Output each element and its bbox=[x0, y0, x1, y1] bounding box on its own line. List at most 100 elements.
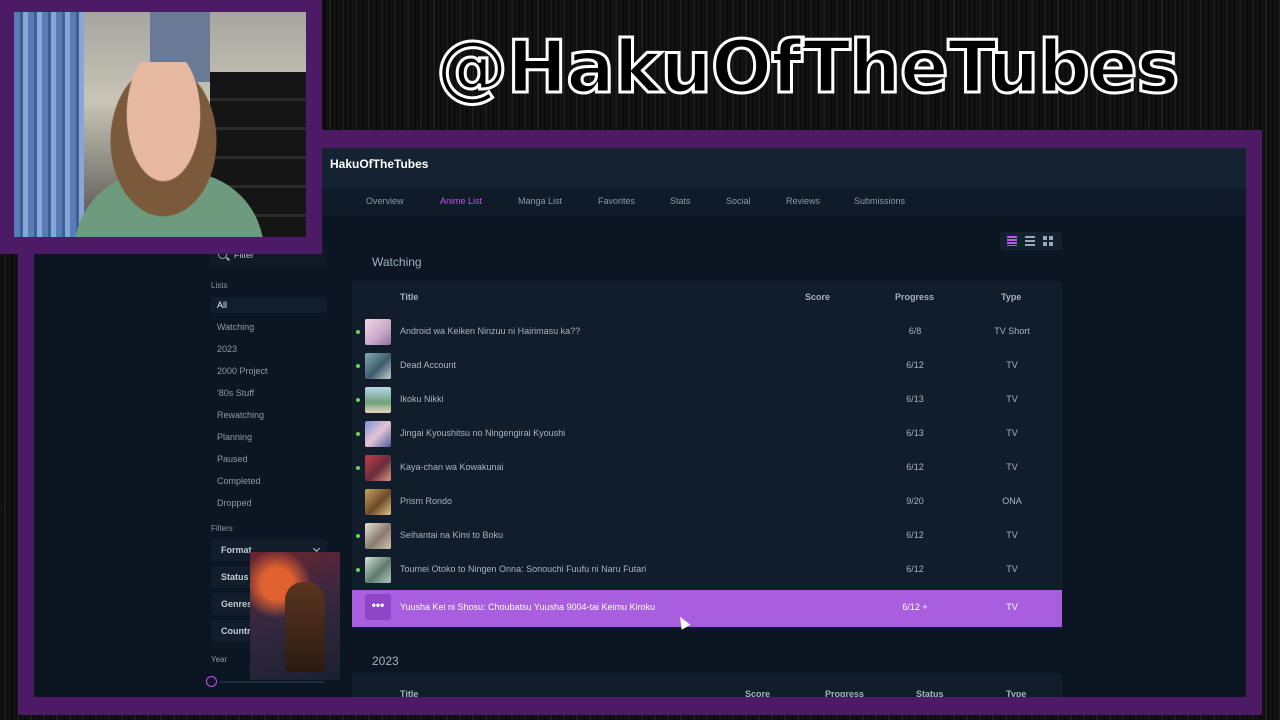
row-title[interactable]: Jingai Kyoushitsu no Ningengirai Kyoushi bbox=[400, 428, 565, 438]
list-row[interactable]: Kaya-chan wa Kowakunai 6/12 TV bbox=[352, 451, 1062, 485]
row-progress: 6/13 bbox=[906, 394, 924, 404]
tab-social[interactable]: Social bbox=[726, 196, 751, 206]
year-slider-track[interactable] bbox=[220, 681, 324, 683]
cover-thumbnail[interactable] bbox=[365, 353, 391, 379]
row-type: TV bbox=[1006, 394, 1018, 404]
col-score[interactable]: Score bbox=[805, 292, 830, 302]
watching-status-dot bbox=[356, 432, 360, 436]
webcam-frame bbox=[0, 0, 322, 254]
row-progress: 9/20 bbox=[906, 496, 924, 506]
sidebar-list-2023[interactable]: 2023 bbox=[211, 341, 327, 357]
sidebar-list-80s-stuff[interactable]: '80s Stuff bbox=[211, 385, 327, 401]
cover-thumbnail[interactable] bbox=[365, 489, 391, 515]
tab-favorites[interactable]: Favorites bbox=[598, 196, 635, 206]
streamer-handle: @HakuOfTheTubes bbox=[435, 24, 1181, 111]
row-type: TV bbox=[1006, 360, 1018, 370]
col-progress[interactable]: Progress bbox=[895, 292, 934, 302]
sidebar-list-completed[interactable]: Completed bbox=[211, 473, 327, 489]
list-row[interactable]: Dead Account 6/12 TV bbox=[352, 349, 1062, 383]
more-options-button[interactable]: ••• bbox=[365, 594, 391, 620]
section-title-watching: Watching bbox=[372, 255, 422, 269]
sidebar-list-dropped[interactable]: Dropped bbox=[211, 495, 327, 511]
window-blinds bbox=[14, 12, 84, 237]
watching-status-dot bbox=[356, 466, 360, 470]
tab-submissions[interactable]: Submissions bbox=[854, 196, 905, 206]
year-slider-handle[interactable] bbox=[206, 676, 217, 687]
status-select-label: Status bbox=[221, 572, 249, 582]
list-row-hovered[interactable]: ••• Yuusha Kei ni Shosu: Choubatsu Yuush… bbox=[352, 590, 1062, 627]
row-progress: 6/12 bbox=[906, 530, 924, 540]
row-type: TV bbox=[1006, 564, 1018, 574]
row-title[interactable]: Dead Account bbox=[400, 360, 456, 370]
list-row[interactable]: Toumei Otoko to Ningen Onna: Sonouchi Fu… bbox=[352, 553, 1062, 587]
tab-anime-list[interactable]: Anime List bbox=[440, 196, 482, 206]
cover-thumbnail[interactable] bbox=[365, 421, 391, 447]
compact-view-icon[interactable] bbox=[1007, 236, 1017, 246]
cover-thumbnail[interactable] bbox=[365, 455, 391, 481]
row-title[interactable]: Ikoku Nikki bbox=[400, 394, 444, 404]
tab-manga-list[interactable]: Manga List bbox=[518, 196, 562, 206]
col-type[interactable]: Type bbox=[1001, 292, 1021, 302]
row-type: ONA bbox=[1002, 496, 1022, 506]
row-title[interactable]: Kaya-chan wa Kowakunai bbox=[400, 462, 504, 472]
list-row[interactable]: Seihantai na Kimi to Boku 6/12 TV bbox=[352, 519, 1062, 553]
year-label: Year bbox=[211, 655, 228, 664]
col-score[interactable]: Score bbox=[745, 689, 770, 697]
sidebar-list-planning[interactable]: Planning bbox=[211, 429, 327, 445]
col-title: Title bbox=[400, 689, 419, 697]
row-title[interactable]: Android wa Keiken Ninzuu ni Hairimasu ka… bbox=[400, 326, 580, 336]
row-title[interactable]: Toumei Otoko to Ningen Onna: Sonouchi Fu… bbox=[400, 564, 646, 574]
row-progress-increment[interactable]: 6/12 + bbox=[900, 602, 930, 612]
list-row[interactable]: Android wa Keiken Ninzuu ni Hairimasu ka… bbox=[352, 315, 1062, 349]
row-type: TV bbox=[1006, 530, 1018, 540]
sidebar-list-all[interactable]: All bbox=[211, 297, 327, 313]
row-type: TV bbox=[1006, 462, 1018, 472]
row-progress: 6/12 bbox=[906, 564, 924, 574]
tab-overview[interactable]: Overview bbox=[366, 196, 404, 206]
genres-select-label: Genres bbox=[221, 599, 253, 609]
sidebar-list-rewatching[interactable]: Rewatching bbox=[211, 407, 327, 423]
section-title-2023: 2023 bbox=[372, 654, 399, 668]
list-row[interactable]: Ikoku Nikki 6/13 TV bbox=[352, 383, 1062, 417]
row-title[interactable]: Prism Rondo bbox=[400, 496, 452, 506]
col-progress[interactable]: Progress bbox=[825, 689, 864, 697]
watching-status-dot bbox=[356, 534, 360, 538]
list-row[interactable]: Jingai Kyoushitsu no Ningengirai Kyoushi… bbox=[352, 417, 1062, 451]
row-progress: 6/13 bbox=[906, 428, 924, 438]
watching-status-dot bbox=[356, 568, 360, 572]
tab-stats[interactable]: Stats bbox=[670, 196, 691, 206]
chevron-down-icon bbox=[312, 544, 321, 553]
grid-view-icon[interactable] bbox=[1043, 236, 1053, 246]
row-type: TV bbox=[1006, 602, 1018, 612]
filters-heading: Filters bbox=[211, 524, 233, 533]
watching-status-dot bbox=[356, 330, 360, 334]
view-toggle-group bbox=[1000, 232, 1062, 250]
cover-thumbnail[interactable] bbox=[365, 557, 391, 583]
anime-cover-popup bbox=[250, 552, 340, 680]
watching-list: Title Score Progress Type Android wa Kei… bbox=[352, 281, 1062, 629]
list-2023: Title Score Progress Status Type bbox=[352, 673, 1062, 697]
row-type: TV Short bbox=[994, 326, 1030, 336]
row-title[interactable]: Seihantai na Kimi to Boku bbox=[400, 530, 503, 540]
col-type[interactable]: Type bbox=[1006, 689, 1026, 697]
cover-thumbnail[interactable] bbox=[365, 523, 391, 549]
sidebar-list-2000-project[interactable]: 2000 Project bbox=[211, 363, 327, 379]
row-title[interactable]: Yuusha Kei ni Shosu: Choubatsu Yuusha 90… bbox=[400, 602, 655, 612]
row-progress: 6/12 bbox=[906, 462, 924, 472]
sidebar-list-paused[interactable]: Paused bbox=[211, 451, 327, 467]
watching-status-dot bbox=[356, 364, 360, 368]
cover-character bbox=[285, 582, 325, 672]
streamer-face bbox=[96, 62, 231, 237]
col-title: Title bbox=[400, 292, 419, 302]
list-view-icon[interactable] bbox=[1025, 236, 1035, 246]
row-progress: 6/8 bbox=[908, 326, 922, 336]
tab-reviews[interactable]: Reviews bbox=[786, 196, 820, 206]
row-type: TV bbox=[1006, 428, 1018, 438]
sidebar-list-watching[interactable]: Watching bbox=[211, 319, 327, 335]
col-status[interactable]: Status bbox=[916, 689, 944, 697]
cover-thumbnail[interactable] bbox=[365, 319, 391, 345]
list-row[interactable]: Prism Rondo 9/20 ONA bbox=[352, 485, 1062, 519]
row-progress: 6/12 bbox=[906, 360, 924, 370]
format-select-label: Format bbox=[221, 545, 252, 555]
cover-thumbnail[interactable] bbox=[365, 387, 391, 413]
